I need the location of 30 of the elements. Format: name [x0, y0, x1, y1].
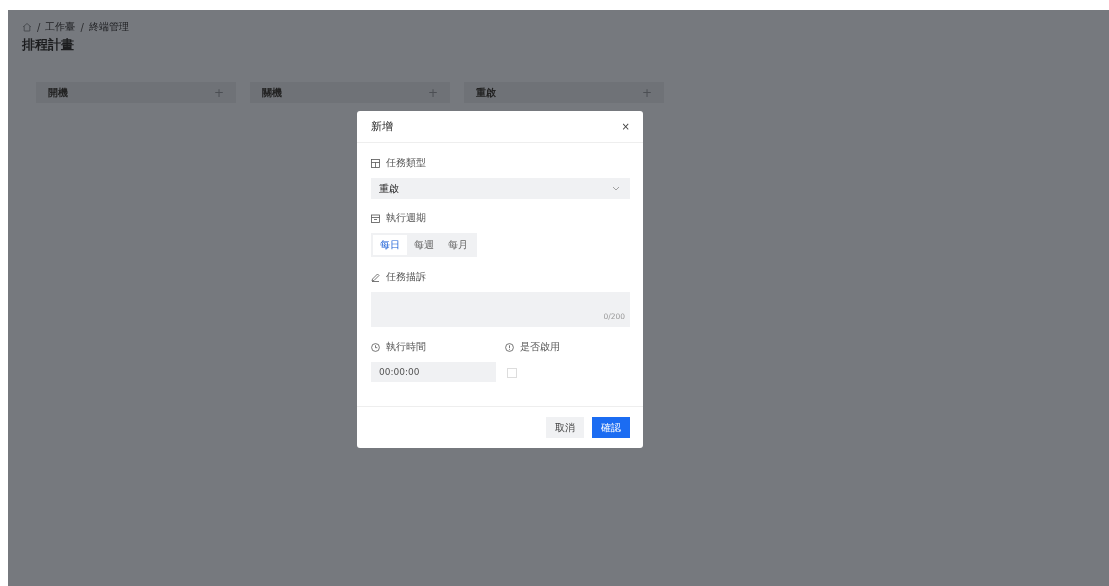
- page-title: 排程計畫: [22, 36, 75, 54]
- field-label: 任務類型: [386, 156, 426, 170]
- checkbox[interactable]: [507, 368, 517, 378]
- field-label: 任務描訴: [386, 270, 426, 284]
- breadcrumb-link[interactable]: 工作臺: [45, 20, 76, 34]
- pencil-icon: [371, 272, 380, 282]
- cancel-button[interactable]: 取消: [546, 417, 584, 438]
- column-title: 重啟: [476, 85, 496, 100]
- segment-tab[interactable]: 每日: [373, 235, 407, 255]
- field-label: 是否啟用: [520, 340, 560, 354]
- home-icon[interactable]: [22, 22, 32, 32]
- breadcrumb-separator: /: [80, 21, 84, 33]
- clock-icon: [371, 342, 380, 352]
- close-button[interactable]: ×: [621, 121, 630, 132]
- column-title: 關機: [262, 85, 282, 100]
- column-title: 開機: [48, 85, 68, 100]
- confirm-button[interactable]: 確認: [592, 417, 630, 438]
- segment-tab[interactable]: 每月: [441, 235, 475, 255]
- segment-tab[interactable]: 每週: [407, 235, 441, 255]
- field-label: 執行時間: [386, 340, 426, 354]
- form-icon: [371, 158, 380, 168]
- breadcrumb-separator: /: [37, 21, 41, 33]
- info-icon: [505, 342, 514, 352]
- time-field[interactable]: 00:00:00: [371, 362, 496, 382]
- select-field[interactable]: 重啟: [371, 178, 630, 199]
- calendar-icon: [371, 213, 380, 223]
- field-label: 執行週期: [386, 211, 426, 225]
- breadcrumb-link[interactable]: 終端管理: [88, 20, 129, 34]
- dialog-title: 新增: [371, 119, 393, 134]
- chevron-down-icon: [612, 186, 620, 191]
